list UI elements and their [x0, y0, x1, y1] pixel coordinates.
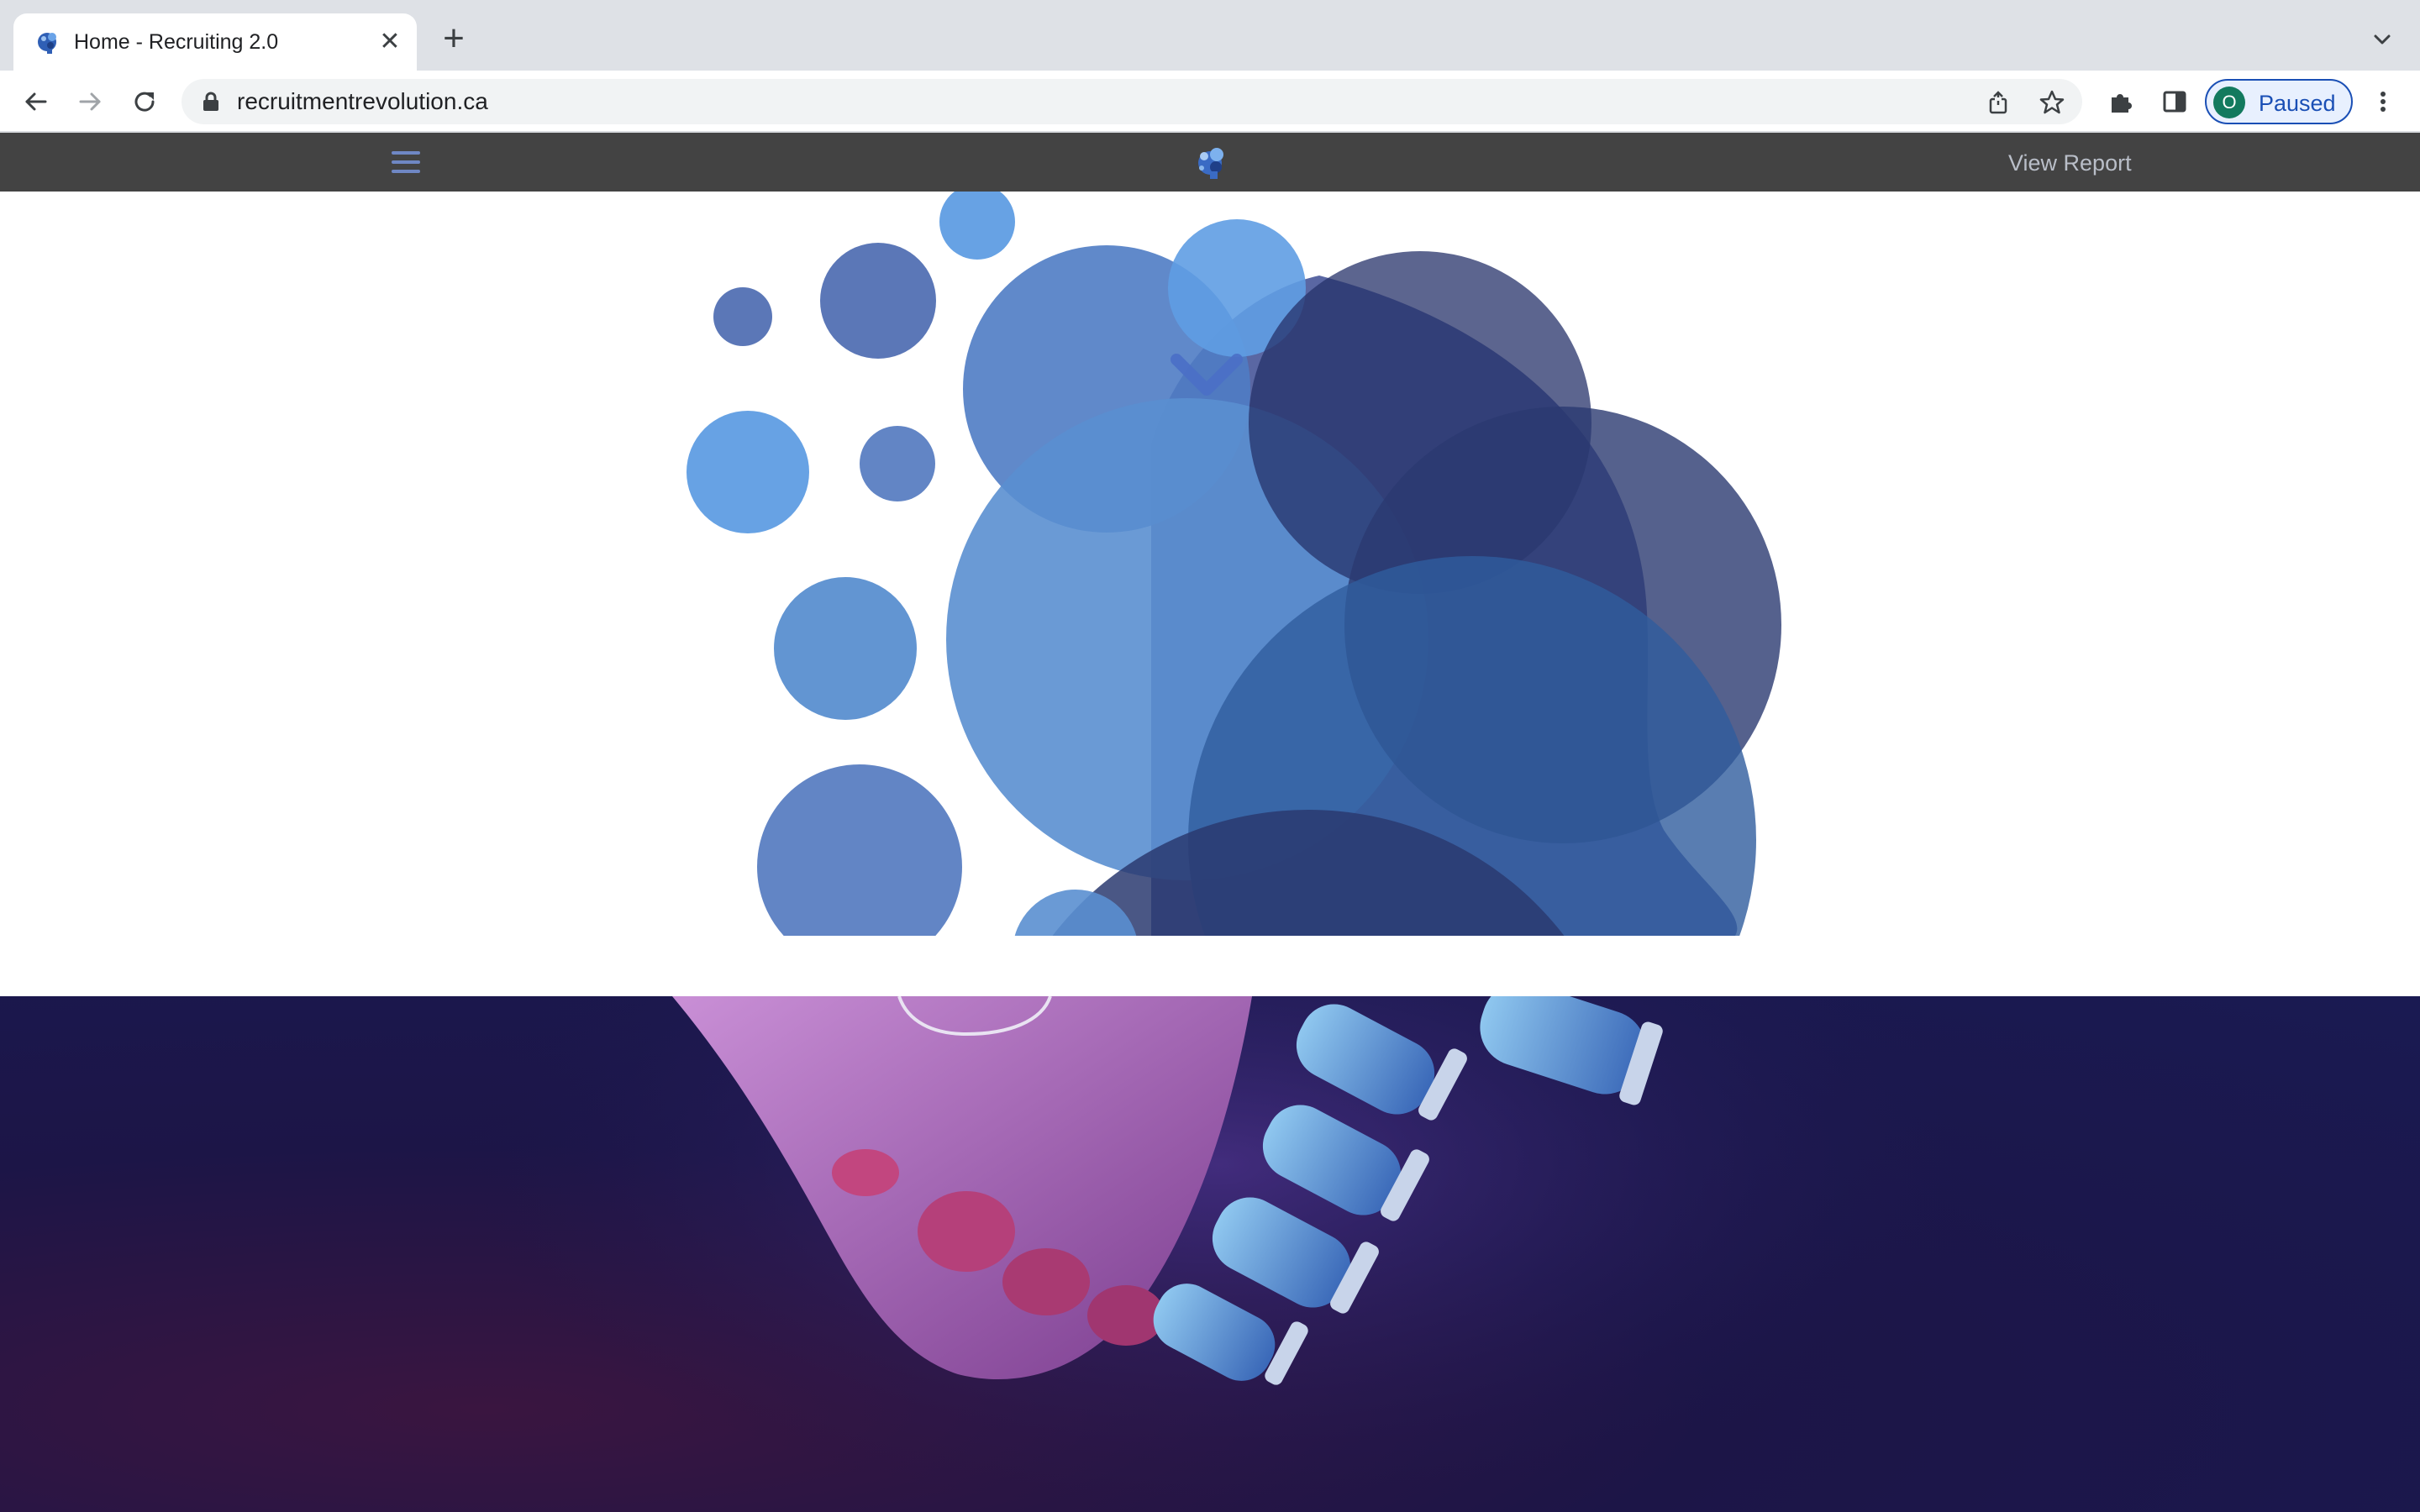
puzzle-icon [2112, 94, 2132, 113]
star-icon[interactable] [2039, 89, 2065, 116]
forward-button[interactable] [74, 85, 108, 118]
arrow-right-icon [79, 92, 101, 111]
browser-menu-button[interactable] [2366, 85, 2400, 118]
brain-logo-icon [38, 33, 56, 54]
kebab-menu-icon [2381, 92, 2386, 112]
brain-logo-icon[interactable] [1193, 143, 1232, 181]
close-icon[interactable]: ✕ [376, 29, 403, 55]
avatar: O [2213, 87, 2245, 118]
human-robot-handshake-photo [0, 996, 2420, 1512]
arrow-left-icon [25, 92, 47, 111]
lock-icon[interactable] [202, 92, 220, 112]
side-panel-icon [2163, 91, 2186, 113]
hamburger-icon[interactable] [392, 150, 420, 175]
address-bar[interactable]: recruitmentrevolution.ca [182, 79, 2082, 124]
extensions-button[interactable] [2104, 85, 2138, 118]
site-header: View Report [0, 133, 2420, 192]
browser-tab-strip: Home - Recruiting 2.0 ✕ + [0, 0, 2420, 71]
reload-icon [134, 92, 155, 112]
browser-toolbar: recruitmentrevolution.ca O Paused [0, 71, 2420, 133]
back-button[interactable] [18, 85, 52, 118]
profile-button[interactable]: O Paused [2205, 79, 2353, 124]
reload-button[interactable] [128, 85, 161, 118]
plus-icon[interactable]: + [439, 20, 469, 57]
blue-bubbles-head-illustration [687, 192, 1781, 936]
tab-title: Home - Recruiting 2.0 [74, 30, 279, 54]
browser-tab[interactable]: Home - Recruiting 2.0 ✕ [13, 13, 417, 71]
chevron-down-icon[interactable] [2368, 25, 2396, 54]
side-panel-button[interactable] [2158, 85, 2191, 118]
view-report-link[interactable]: View Report [2008, 150, 2132, 176]
profile-status: Paused [2259, 91, 2336, 116]
hero-section [0, 192, 2420, 996]
url-text[interactable]: recruitmentrevolution.ca [237, 88, 488, 115]
share-icon[interactable] [1985, 89, 2012, 116]
